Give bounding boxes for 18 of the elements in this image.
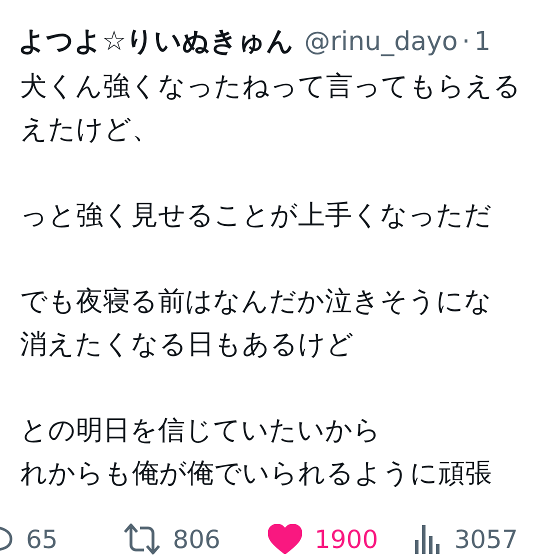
retweet-count: 806 xyxy=(172,524,220,556)
author-handle[interactable]: @rinu_dayo xyxy=(304,23,458,62)
author-name[interactable]: よつよ☆りいぬきゅん xyxy=(18,22,294,62)
heart-icon[interactable] xyxy=(268,524,302,554)
post-text-line: っと強く見せることが上手くなっただ xyxy=(20,198,493,232)
post-text-line: 犬くん強くなったねって言ってもらえる xyxy=(20,70,522,104)
post-text-line: でも夜寝る前はなんだか泣きそうにな xyxy=(20,284,493,318)
post-text-line: 消えたくなる日もあるけど xyxy=(20,328,355,362)
like-count: 1900 xyxy=(314,524,378,556)
post-text-line: れからも俺が俺でいられるように頑張 xyxy=(20,456,493,490)
bar-chart-icon[interactable] xyxy=(414,524,442,554)
reply-count: 65 xyxy=(26,524,58,556)
post-time[interactable]: 1 xyxy=(474,23,491,62)
post-text-line: えたけど、 xyxy=(20,112,160,146)
separator: · xyxy=(462,26,470,59)
retweet-icon[interactable] xyxy=(122,523,161,556)
views-count: 3057 xyxy=(454,524,518,556)
post-text-line: との明日を信じていたいから xyxy=(20,414,382,448)
